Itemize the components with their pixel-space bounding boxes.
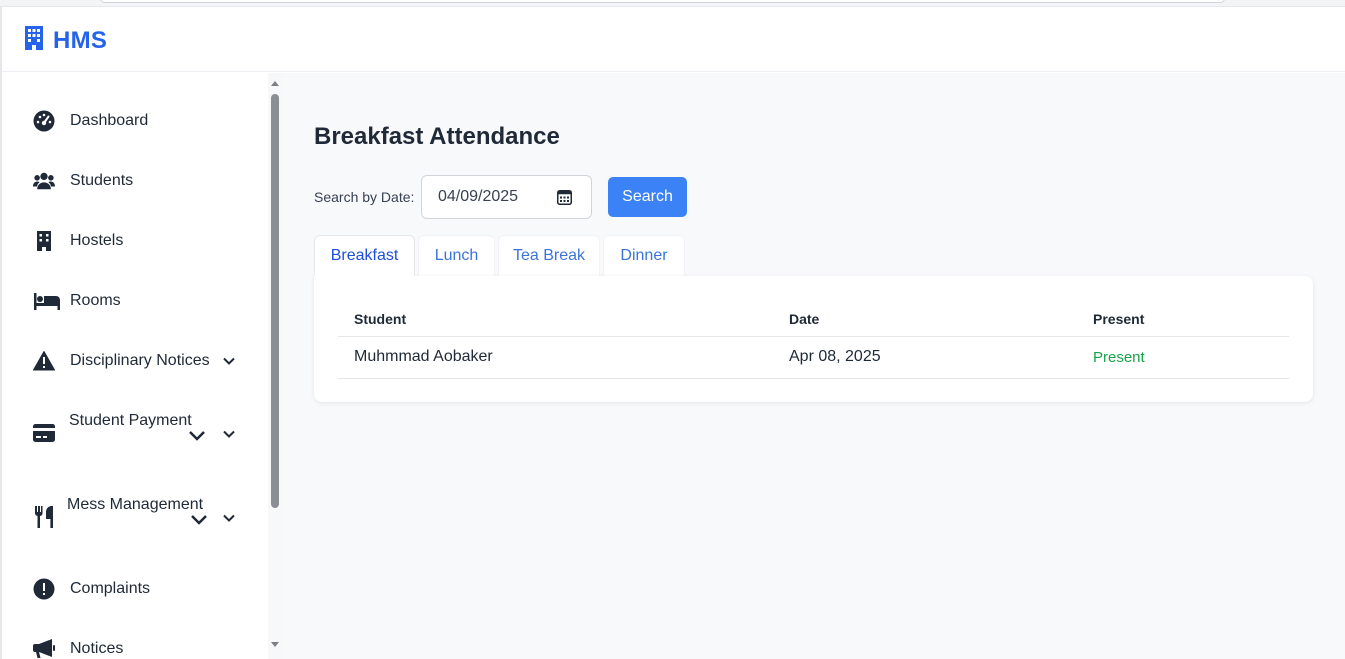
sidebar: Dashboard Students Hostels Rooms Discipl…: [2, 73, 268, 659]
sidebar-item-hostels[interactable]: Hostels: [2, 229, 268, 253]
table-header-row: Student Date Present: [338, 302, 1289, 337]
table-row: Muhmmad Aobaker Apr 08, 2025 Present: [338, 336, 1289, 379]
tab-breakfast[interactable]: Breakfast: [314, 235, 415, 276]
sidebar-scrollbar[interactable]: [268, 73, 283, 659]
attendance-table: Student Date Present Muhmmad Aobaker Apr…: [338, 302, 1289, 379]
sidebar-item-dashboard[interactable]: Dashboard: [2, 109, 268, 133]
sidebar-item-label: Disciplinary Notices: [70, 352, 210, 369]
warning-icon: [33, 350, 55, 372]
browser-top-strip: [0, 0, 1345, 7]
app-header: HMS: [2, 7, 1345, 72]
sidebar-item-label: Student Payment: [69, 412, 192, 429]
search-button[interactable]: Search: [608, 177, 687, 217]
column-header-student: Student: [338, 302, 773, 337]
megaphone-icon: [33, 638, 55, 659]
bed-icon: [34, 290, 60, 312]
brand[interactable]: HMS: [24, 26, 107, 55]
app-name: HMS: [53, 26, 108, 54]
date-input-value: 04/09/2025: [438, 188, 519, 205]
scroll-up-arrow-icon[interactable]: [271, 81, 279, 86]
utensils-icon: [33, 506, 55, 528]
attendance-panel: Student Date Present Muhmmad Aobaker Apr…: [314, 276, 1313, 402]
sidebar-item-label: Hostels: [70, 232, 124, 249]
tab-lunch[interactable]: Lunch: [418, 235, 495, 276]
calendar-icon[interactable]: [557, 189, 572, 210]
search-date-label: Search by Date:: [314, 189, 415, 205]
gauge-icon: [33, 110, 55, 132]
sidebar-item-label: Dashboard: [70, 112, 149, 129]
exclamation-circle-icon: [33, 578, 55, 600]
column-header-present: Present: [1077, 302, 1289, 337]
date-input[interactable]: 04/09/2025: [421, 175, 592, 219]
sidebar-item-label: Rooms: [70, 292, 121, 309]
scrollbar-thumb[interactable]: [271, 94, 279, 508]
users-icon: [33, 170, 55, 192]
chevron-down-icon[interactable]: [190, 510, 208, 528]
sidebar-item-label: Students: [70, 172, 134, 189]
sidebar-item-mess-management[interactable]: Mess Management: [2, 493, 268, 541]
building-icon: [24, 26, 44, 55]
sidebar-item-students[interactable]: Students: [2, 169, 268, 193]
scroll-down-arrow-icon[interactable]: [271, 642, 279, 647]
browser-address-pill: [100, 0, 1225, 3]
credit-card-icon: [33, 422, 55, 444]
sidebar-item-complaints[interactable]: Complaints: [2, 577, 268, 601]
sidebar-item-rooms[interactable]: Rooms: [2, 289, 268, 313]
present-status-cell: Present: [1077, 336, 1289, 379]
column-header-date: Date: [773, 302, 1077, 337]
chevron-down-icon[interactable]: [222, 427, 236, 441]
tab-tea-break[interactable]: Tea Break: [498, 235, 600, 276]
date-cell: Apr 08, 2025: [773, 336, 1077, 379]
sidebar-item-label: Complaints: [70, 580, 151, 597]
chevron-down-icon[interactable]: [222, 354, 236, 368]
sidebar-item-notices[interactable]: Notices: [2, 637, 268, 659]
student-cell: Muhmmad Aobaker: [338, 336, 773, 379]
page-title: Breakfast Attendance: [314, 123, 560, 150]
chevron-down-icon[interactable]: [188, 426, 206, 444]
building-icon: [33, 230, 55, 252]
sidebar-item-label: Mess Management: [67, 496, 204, 513]
tab-dinner[interactable]: Dinner: [603, 235, 685, 276]
sidebar-item-disciplinary-notices[interactable]: Disciplinary Notices: [2, 349, 268, 373]
sidebar-item-label: Notices: [70, 640, 124, 657]
main-content: Breakfast Attendance Search by Date: 04/…: [283, 73, 1345, 659]
sidebar-item-student-payment[interactable]: Student Payment: [2, 409, 268, 457]
chevron-down-icon[interactable]: [222, 511, 236, 525]
